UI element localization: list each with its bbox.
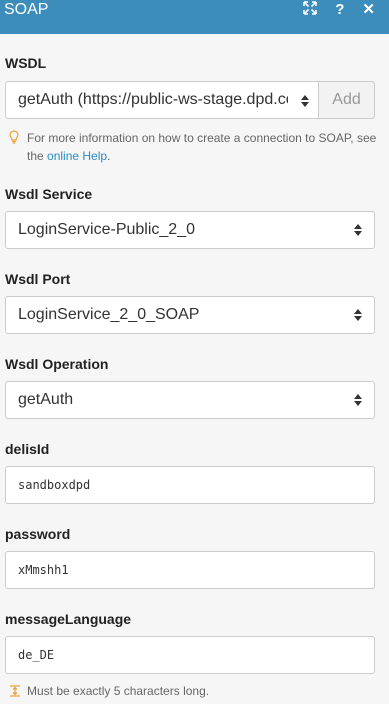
delis-id-value: sandboxdpd bbox=[18, 478, 91, 492]
message-language-warning: Must be exactly 5 characters long. bbox=[27, 684, 210, 698]
message-language-value: de_DE bbox=[18, 648, 55, 662]
message-language-input[interactable]: de_DE bbox=[5, 636, 375, 674]
message-language-hint: Must be exactly 5 characters long. bbox=[9, 683, 209, 699]
wsdl-operation-value: getAuth bbox=[18, 391, 74, 408]
wsdl-select[interactable]: getAuth (https://public-ws-stage.dpd.com… bbox=[5, 81, 319, 119]
password-value: xMmshh1 bbox=[18, 563, 69, 577]
help-icon[interactable]: ? bbox=[335, 2, 344, 18]
select-arrows-icon bbox=[354, 394, 362, 406]
wsdl-help-text: For more information on how to create a … bbox=[9, 129, 381, 165]
panel-title: SOAP bbox=[4, 1, 49, 18]
length-constraint-icon bbox=[9, 685, 21, 701]
wsdl-port-label: Wsdl Port bbox=[5, 271, 71, 287]
wsdl-operation-select[interactable]: getAuth bbox=[5, 381, 375, 419]
wsdl-port-value: LoginService_2_0_SOAP bbox=[18, 306, 200, 323]
online-help-link[interactable]: online Help bbox=[47, 149, 107, 163]
delis-id-label: delisId bbox=[5, 441, 50, 457]
select-arrows-icon bbox=[301, 94, 309, 112]
password-input[interactable]: xMmshh1 bbox=[5, 551, 375, 589]
help-suffix: . bbox=[107, 149, 111, 163]
wsdl-row: getAuth (https://public-ws-stage.dpd.com… bbox=[5, 81, 375, 119]
select-arrows-icon bbox=[354, 309, 362, 321]
password-label: password bbox=[5, 526, 71, 542]
header-actions: ? ✕ bbox=[303, 1, 375, 19]
message-language-label: messageLanguage bbox=[5, 611, 132, 627]
wsdl-service-select[interactable]: LoginService-Public_2_0 bbox=[5, 211, 375, 249]
lightbulb-icon bbox=[9, 130, 19, 149]
expand-icon[interactable] bbox=[303, 1, 318, 19]
wsdl-service-value: LoginService-Public_2_0 bbox=[18, 221, 195, 238]
wsdl-port-select[interactable]: LoginService_2_0_SOAP bbox=[5, 296, 375, 334]
add-connection-button[interactable]: Add bbox=[319, 81, 375, 119]
select-arrows-icon bbox=[354, 224, 362, 236]
wsdl-value: getAuth (https://public-ws-stage.dpd.com… bbox=[18, 91, 288, 108]
wsdl-operation-label: Wsdl Operation bbox=[5, 356, 109, 372]
delis-id-input[interactable]: sandboxdpd bbox=[5, 466, 375, 504]
wsdl-label: WSDL bbox=[5, 55, 47, 71]
wsdl-service-label: Wsdl Service bbox=[5, 186, 93, 202]
close-icon[interactable]: ✕ bbox=[362, 2, 375, 18]
panel-header: SOAP ? ✕ bbox=[0, 0, 389, 34]
